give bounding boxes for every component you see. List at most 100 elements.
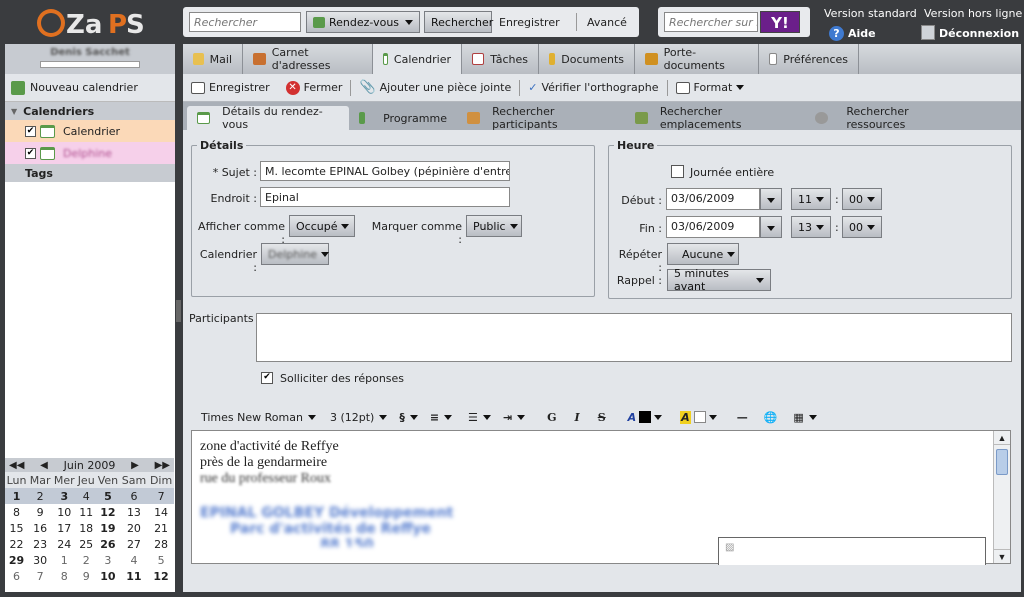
align-select[interactable]: ≡ — [430, 411, 453, 424]
day-cell[interactable]: 2 — [76, 552, 96, 568]
start-date-picker[interactable] — [760, 188, 782, 210]
prev-year-icon[interactable]: ◀◀ — [9, 460, 24, 471]
table-select[interactable]: ▦ — [793, 411, 817, 424]
calendar-checkbox[interactable]: ✔ — [25, 125, 36, 137]
day-cell[interactable]: 21 — [148, 520, 174, 536]
highlight-color-select[interactable]: A — [680, 410, 717, 424]
version-standard-link[interactable]: Version standard — [824, 7, 917, 20]
sidebar-item-calendrier[interactable]: ✔ Calendrier — [5, 120, 175, 142]
start-hour-select[interactable]: 11 — [791, 188, 831, 210]
day-cell[interactable]: 24 — [52, 536, 76, 552]
day-cell[interactable]: 8 — [52, 568, 76, 584]
day-cell[interactable]: 30 — [28, 552, 52, 568]
tab-tasks[interactable]: Tâches — [462, 44, 539, 74]
end-date-picker[interactable] — [760, 216, 782, 238]
advanced-search-button[interactable]: Avancé — [587, 16, 627, 29]
day-cell[interactable]: 17 — [52, 520, 76, 536]
day-cell[interactable]: 18 — [76, 520, 96, 536]
scrollbar-thumb[interactable] — [996, 449, 1008, 475]
attach-button[interactable]: 📎 Ajouter une pièce jointe — [351, 80, 519, 95]
day-cell[interactable]: 9 — [28, 504, 52, 520]
request-responses-checkbox[interactable]: ✔ — [261, 372, 273, 384]
end-hour-select[interactable]: 13 — [791, 216, 831, 238]
day-cell[interactable]: 19 — [96, 520, 120, 536]
tab-details[interactable]: Détails du rendez-vous — [187, 105, 349, 131]
day-cell[interactable]: 29 — [5, 552, 28, 568]
day-cell[interactable]: 5 — [96, 488, 120, 504]
insert-link-icon[interactable]: 🌐 — [764, 411, 778, 424]
day-cell[interactable]: 6 — [5, 568, 28, 584]
tab-documents[interactable]: Documents — [539, 44, 635, 74]
day-cell[interactable]: 15 — [5, 520, 28, 536]
italic-button[interactable]: I — [575, 411, 580, 424]
day-cell[interactable]: 28 — [148, 536, 174, 552]
day-cell[interactable]: 10 — [96, 568, 120, 584]
show-as-select[interactable]: Occupé — [289, 215, 355, 237]
spellcheck-button[interactable]: ✓ Vérifier l'orthographe — [520, 81, 666, 94]
day-cell[interactable]: 3 — [96, 552, 120, 568]
day-cell[interactable]: 16 — [28, 520, 52, 536]
day-cell[interactable]: 7 — [28, 568, 52, 584]
scroll-up-icon[interactable]: ▲ — [994, 431, 1010, 445]
next-year-icon[interactable]: ▶▶ — [155, 460, 170, 471]
tab-schedule[interactable]: Programme — [349, 106, 457, 130]
day-cell[interactable]: 25 — [76, 536, 96, 552]
tab-briefcase[interactable]: Porte-documents — [635, 44, 759, 74]
search-input[interactable]: Rechercher — [189, 12, 301, 32]
day-cell[interactable]: 3 — [52, 488, 76, 504]
day-cell[interactable]: 7 — [148, 488, 174, 504]
day-cell[interactable]: 27 — [120, 536, 148, 552]
list-select[interactable]: ☰ — [468, 411, 491, 424]
repeat-select[interactable]: Aucune — [667, 243, 739, 265]
text-color-select[interactable]: A — [628, 411, 663, 424]
reminder-select[interactable]: 5 minutes avant — [667, 267, 771, 293]
day-cell[interactable]: 4 — [76, 488, 96, 504]
day-cell[interactable]: 8 — [5, 504, 28, 520]
version-offline-link[interactable]: Version hors ligne — [924, 7, 1022, 20]
day-cell[interactable]: 6 — [120, 488, 148, 504]
close-button[interactable]: ✕ Fermer — [278, 80, 351, 95]
subject-input[interactable]: M. lecomte EPINAL Golbey (pépinière d'en… — [260, 161, 510, 181]
paragraph-select[interactable]: § — [399, 411, 418, 424]
panel-splitter-handle[interactable] — [176, 300, 181, 322]
tab-find-attendees[interactable]: Rechercher participants — [457, 105, 625, 131]
all-day-checkbox[interactable] — [671, 165, 684, 178]
tab-preferences[interactable]: Préférences — [759, 44, 859, 74]
logout-icon[interactable] — [921, 25, 935, 40]
day-cell[interactable]: 23 — [28, 536, 52, 552]
day-cell[interactable]: 4 — [120, 552, 148, 568]
day-cell[interactable]: 26 — [96, 536, 120, 552]
end-date-input[interactable]: 03/06/2009 — [666, 216, 760, 238]
scroll-down-icon[interactable]: ▼ — [994, 549, 1010, 563]
tab-contacts[interactable]: Carnet d'adresses — [243, 44, 373, 74]
day-cell[interactable]: 11 — [120, 568, 148, 584]
font-size-select[interactable]: 3 (12pt) — [330, 411, 388, 424]
web-search-input[interactable]: Rechercher sur le Web — [664, 12, 758, 32]
mark-as-select[interactable]: Public — [466, 215, 522, 237]
editor-scrollbar[interactable]: ▲ ▼ — [993, 431, 1010, 563]
day-cell[interactable]: 13 — [120, 504, 148, 520]
day-cell[interactable]: 5 — [148, 552, 174, 568]
location-input[interactable]: Epinal — [260, 187, 510, 207]
prev-month-icon[interactable]: ◀ — [40, 460, 48, 471]
font-family-select[interactable]: Times New Roman — [201, 411, 316, 424]
bold-button[interactable]: G — [547, 411, 556, 424]
yahoo-search-button[interactable]: Y! — [760, 11, 800, 33]
logout-link[interactable]: Déconnexion — [939, 27, 1019, 40]
calendars-header[interactable]: ▼ Calendriers — [5, 102, 175, 120]
day-cell[interactable]: 12 — [148, 568, 174, 584]
start-minute-select[interactable]: 00 — [842, 188, 882, 210]
day-cell[interactable]: 1 — [5, 488, 28, 504]
format-menu[interactable]: Format — [668, 81, 753, 94]
help-link[interactable]: Aide — [848, 27, 876, 40]
new-calendar-button[interactable]: Nouveau calendrier — [5, 74, 175, 102]
calendar-checkbox[interactable]: ✔ — [25, 147, 36, 159]
tab-find-locations[interactable]: Rechercher emplacements — [625, 105, 805, 131]
save-button[interactable]: Enregistrer — [183, 81, 278, 94]
tab-mail[interactable]: Mail — [183, 44, 243, 74]
start-date-input[interactable]: 03/06/2009 — [666, 188, 760, 210]
day-cell[interactable]: 12 — [96, 504, 120, 520]
help-icon[interactable]: ? — [829, 26, 844, 41]
end-minute-select[interactable]: 00 — [842, 216, 882, 238]
search-button[interactable]: Rechercher — [424, 11, 493, 33]
